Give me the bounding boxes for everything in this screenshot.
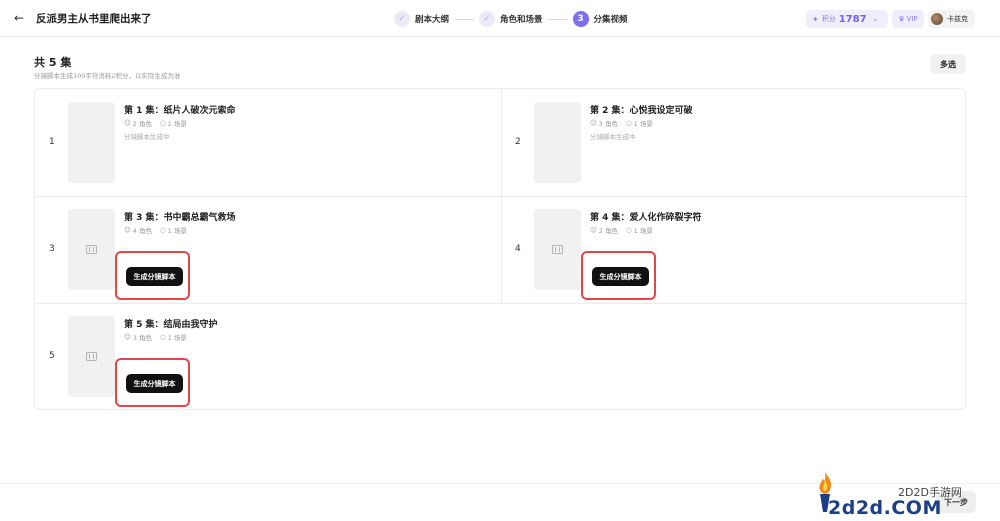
user-name: 卡兹克 [947, 15, 968, 23]
watermark-domain: 2d2d.COM [828, 497, 942, 519]
step-connector [454, 18, 475, 20]
role-count: 3 角色 [132, 334, 152, 342]
role-count: 3 角色 [598, 120, 618, 128]
step-2-check-icon: ✓ [479, 11, 496, 27]
points-label: 积分 [821, 15, 836, 23]
step-episode-video[interactable]: 3 分集视频 [572, 11, 628, 27]
vip-button[interactable]: ♛ VIP [892, 10, 924, 28]
back-arrow-icon[interactable]: ← [14, 10, 30, 26]
scene-count: 1 场景 [633, 120, 653, 128]
location-pin-icon: ○ [625, 226, 632, 234]
episode-meta: ☺ 4 角色 ○ 1 场景 [124, 225, 195, 235]
top-bar: ← 反派男主从书里爬出来了 ✓ 剧本大纲 ✓ 角色和场景 3 分集视频 ✦ 积分… [0, 0, 1000, 37]
episode-index: 5 [49, 351, 55, 361]
episode-grid: 1 第 1 集：纸片人破次元索命 ☺ 2 角色 ○ 1 场景 分镜脚本生成中 2 第… [34, 88, 967, 410]
episode-card-2[interactable]: 2 第 2 集：心悦我设定可破 ☺ 3 角色 ○ 1 场景 分镜脚本生成中 [501, 89, 967, 196]
location-pin-icon: ○ [159, 226, 166, 234]
role-count: 2 角色 [598, 227, 618, 235]
character-icon: ☺ [124, 333, 131, 341]
scene-count: 1 场景 [167, 120, 187, 128]
film-icon [86, 352, 97, 361]
status-text: 分镜脚本生成中 [124, 133, 170, 141]
step-label: 剧本大纲 [415, 15, 450, 25]
avatar [931, 13, 943, 25]
step-number: 3 [572, 11, 589, 27]
scene-count: 1 场景 [167, 334, 187, 342]
scene-count: 1 场景 [167, 227, 187, 235]
user-menu[interactable]: 卡兹克 [928, 10, 975, 28]
episode-meta: ☺ 2 角色 ○ 1 场景 [590, 225, 661, 235]
step-label: 分集视频 [593, 15, 628, 25]
multi-select-button[interactable]: 多选 [930, 54, 966, 74]
step-connector [547, 18, 568, 20]
episode-title: 第 2 集：心悦我设定可破 [590, 106, 693, 116]
location-pin-icon: ○ [159, 333, 166, 341]
status-text: 分镜脚本生成中 [590, 133, 636, 141]
cost-note: 分镜脚本生成100字符消耗2积分，以实际生成为准 [34, 72, 181, 80]
highlight-box: 生成分镜脚本 [581, 251, 656, 300]
episode-card-1[interactable]: 1 第 1 集：纸片人破次元索命 ☺ 2 角色 ○ 1 场景 分镜脚本生成中 [35, 89, 501, 196]
episode-thumbnail [534, 209, 581, 290]
scene-count: 1 场景 [633, 227, 653, 235]
episode-title: 第 4 集：爱人化作碎裂字符 [590, 213, 702, 223]
step-script-outline[interactable]: ✓ 剧本大纲 [394, 11, 449, 27]
episode-meta: ☺ 2 角色 ○ 1 场景 [124, 118, 195, 128]
step-label: 角色和场景 [500, 15, 543, 25]
episode-card-4[interactable]: 4 第 4 集：爱人化作碎裂字符 ☺ 2 角色 ○ 1 场景 生成分镜脚本 [501, 196, 967, 303]
episode-thumbnail [68, 102, 115, 183]
step-1-check-icon: ✓ [394, 11, 410, 27]
generate-storyboard-button[interactable]: 生成分镜脚本 [126, 267, 183, 286]
chevron-down-icon: ⌄ [872, 15, 879, 23]
character-icon: ☺ [124, 226, 131, 234]
project-title: 反派男主从书里爬出来了 [36, 13, 152, 25]
watermark: 2D2D手游网 2d2d.COM [812, 464, 992, 520]
episode-index: 1 [49, 137, 55, 147]
step-characters-scenes[interactable]: ✓ 角色和场景 [479, 11, 543, 27]
episode-title: 第 1 集：纸片人破次元索命 [124, 106, 236, 116]
generate-storyboard-button[interactable]: 生成分镜脚本 [592, 267, 649, 286]
sparkle-icon: ✦ [812, 14, 819, 24]
episode-index: 2 [515, 137, 521, 147]
role-count: 2 角色 [132, 120, 152, 128]
step-indicator: ✓ 剧本大纲 ✓ 角色和场景 3 分集视频 [394, 9, 628, 29]
generate-storyboard-button[interactable]: 生成分镜脚本 [126, 374, 183, 393]
episode-thumbnail [68, 316, 115, 397]
episode-index: 4 [515, 244, 521, 254]
episode-thumbnail [68, 209, 115, 290]
film-icon [86, 245, 97, 254]
points-button[interactable]: ✦ 积分 1787 ⌄ [806, 10, 888, 28]
episode-index: 3 [49, 244, 55, 254]
episode-meta: ☺ 3 角色 ○ 1 场景 [590, 118, 661, 128]
location-pin-icon: ○ [159, 119, 166, 127]
points-value: 1787 [838, 13, 867, 25]
episode-card-3[interactable]: 3 第 3 集：书中霸总霸气救场 ☺ 4 角色 ○ 1 场景 生成分镜脚本 [35, 196, 501, 303]
episode-card-5[interactable]: 5 第 5 集：结局由我守护 ☺ 3 角色 ○ 1 场景 生成分镜脚本 [35, 303, 501, 410]
film-icon [552, 245, 563, 254]
episode-title: 第 5 集：结局由我守护 [124, 320, 218, 330]
role-count: 4 角色 [132, 227, 152, 235]
episode-count-title: 共 5 集 [34, 56, 72, 69]
episode-thumbnail [534, 102, 581, 183]
vip-label: VIP [906, 15, 918, 23]
character-icon: ☺ [590, 226, 597, 234]
location-pin-icon: ○ [625, 119, 632, 127]
highlight-box: 生成分镜脚本 [115, 251, 190, 300]
episode-meta: ☺ 3 角色 ○ 1 场景 [124, 332, 195, 342]
crown-icon: ♛ [898, 15, 905, 23]
character-icon: ☺ [590, 119, 597, 127]
highlight-box: 生成分镜脚本 [115, 358, 190, 407]
episode-title: 第 3 集：书中霸总霸气救场 [124, 213, 236, 223]
character-icon: ☺ [124, 119, 131, 127]
